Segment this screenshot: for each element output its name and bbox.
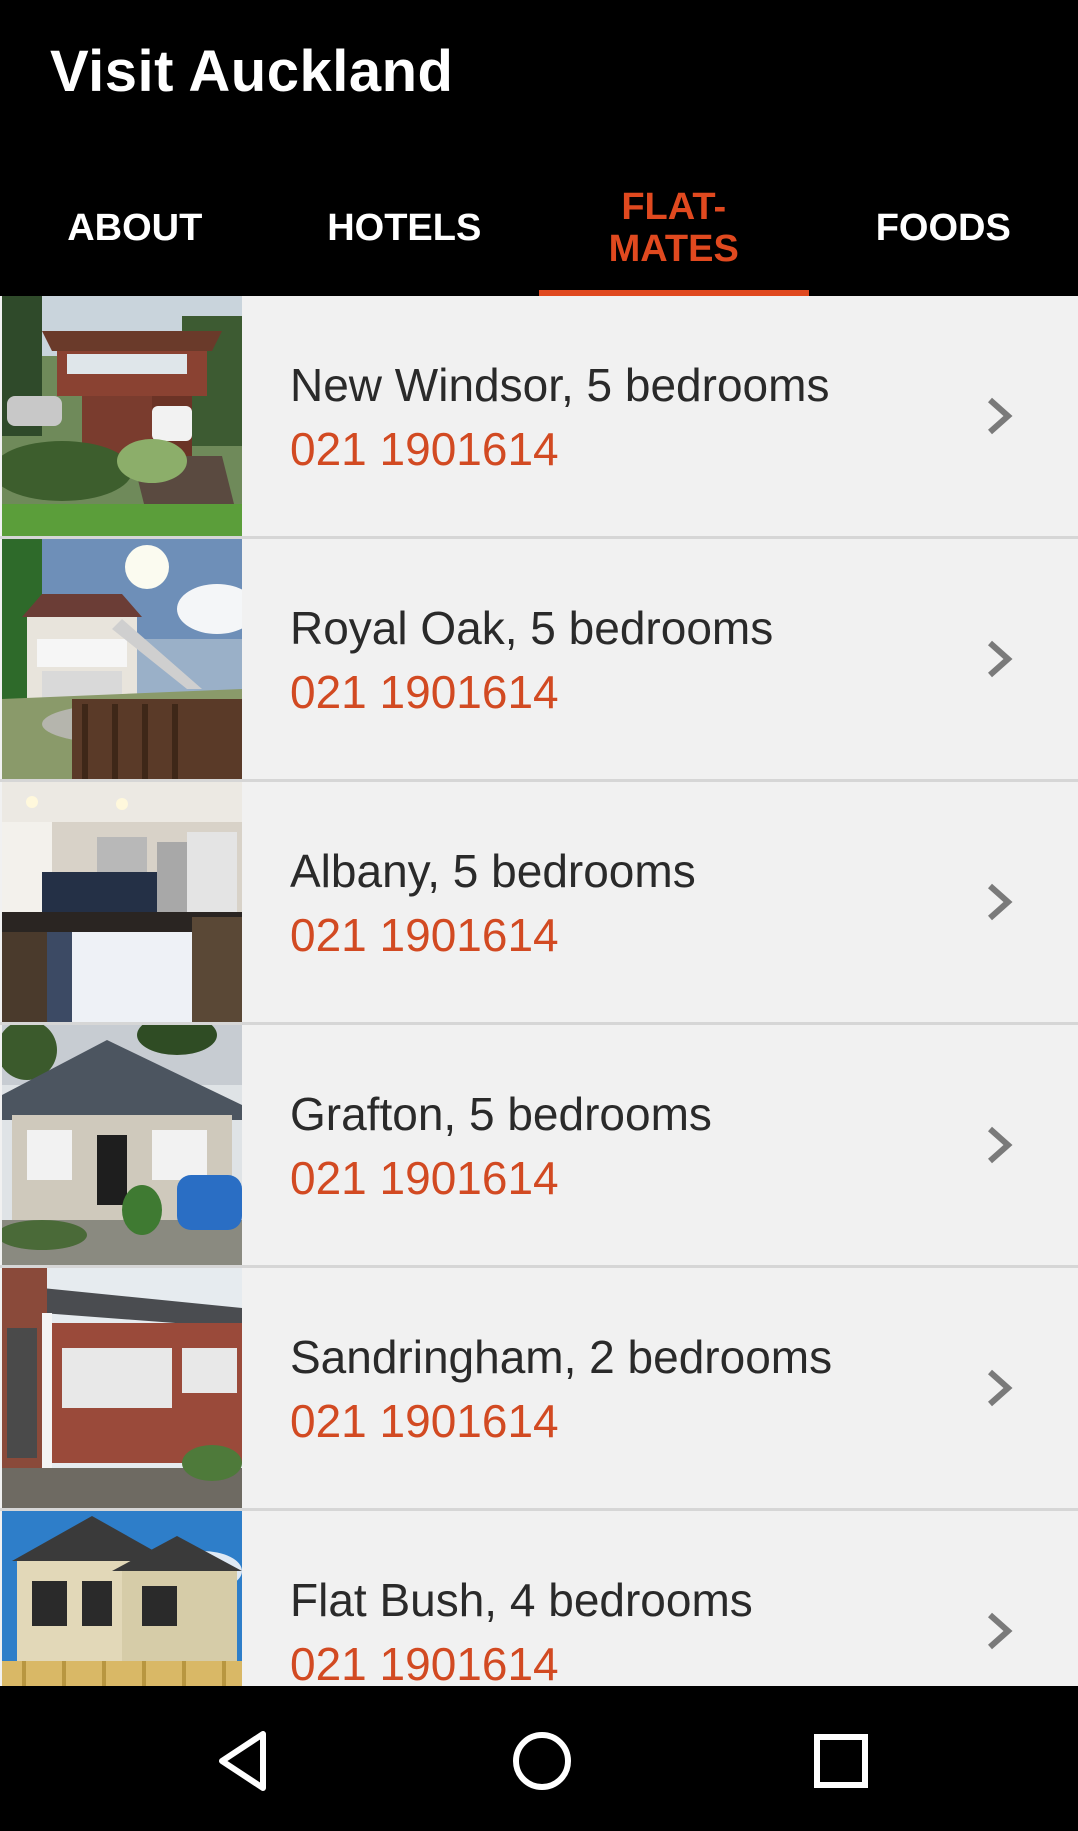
list-item[interactable]: New Windsor, 5 bedrooms 021 1901614 <box>0 296 1078 539</box>
listing-title: Flat Bush, 4 bedrooms <box>290 1574 753 1626</box>
listing-phone[interactable]: 021 1901614 <box>290 1394 559 1448</box>
tab-label: HOTELS <box>327 207 482 249</box>
chevron-right-icon <box>988 883 1013 921</box>
listing-photo <box>2 296 242 536</box>
list-item[interactable]: Sandringham, 2 bedrooms 021 1901614 <box>0 1268 1078 1511</box>
tab-bar: ABOUT HOTELS FLAT- MATES FOODS <box>0 160 1078 296</box>
listing-title: Grafton, 5 bedrooms <box>290 1088 712 1140</box>
app-screen: Visit Auckland ABOUT HOTELS FLAT- MATES … <box>0 0 1078 1831</box>
listing-photo <box>2 1025 242 1265</box>
listing-phone[interactable]: 021 1901614 <box>290 665 559 719</box>
list-item[interactable]: Royal Oak, 5 bedrooms 021 1901614 <box>0 539 1078 782</box>
home-icon[interactable] <box>507 1726 577 1796</box>
list-item[interactable]: Flat Bush, 4 bedrooms 021 1901614 <box>0 1511 1078 1686</box>
tab-label: ABOUT <box>67 207 203 249</box>
listing-photo <box>2 782 242 1022</box>
chevron-right-icon <box>988 397 1013 435</box>
system-nav-bar <box>0 1686 1078 1831</box>
listing-title: Royal Oak, 5 bedrooms <box>290 602 774 654</box>
listing-photo <box>2 1511 242 1686</box>
tab-foods[interactable]: FOODS <box>809 160 1078 296</box>
list-item[interactable]: Grafton, 5 bedrooms 021 1901614 <box>0 1025 1078 1268</box>
listing-phone[interactable]: 021 1901614 <box>290 1637 559 1686</box>
listing-photo <box>2 1268 242 1508</box>
chevron-right-icon <box>988 1369 1013 1407</box>
chevron-right-icon <box>988 640 1013 678</box>
recents-icon[interactable] <box>806 1726 876 1796</box>
flatmates-list[interactable]: New Windsor, 5 bedrooms 021 1901614 Roya… <box>0 296 1078 1686</box>
list-item[interactable]: Albany, 5 bedrooms 021 1901614 <box>0 782 1078 1025</box>
listing-title: Albany, 5 bedrooms <box>290 845 696 897</box>
app-title: Visit Auckland <box>50 39 454 104</box>
listing-title: Sandringham, 2 bedrooms <box>290 1331 833 1383</box>
listing-phone[interactable]: 021 1901614 <box>290 908 559 962</box>
app-toolbar: Visit Auckland <box>0 0 1078 140</box>
chevron-right-icon <box>988 1126 1013 1164</box>
tab-flatmates[interactable]: FLAT- MATES <box>539 160 809 296</box>
back-icon[interactable] <box>208 1726 278 1796</box>
listing-phone[interactable]: 021 1901614 <box>290 422 559 476</box>
listing-title: New Windsor, 5 bedrooms <box>290 359 830 411</box>
chevron-right-icon <box>988 1612 1013 1650</box>
tab-about[interactable]: ABOUT <box>0 160 270 296</box>
tab-label: FOODS <box>875 207 1011 249</box>
tab-label: FLAT- MATES <box>608 186 739 270</box>
tab-hotels[interactable]: HOTELS <box>270 160 540 296</box>
listing-photo <box>2 539 242 779</box>
listing-phone[interactable]: 021 1901614 <box>290 1151 559 1205</box>
